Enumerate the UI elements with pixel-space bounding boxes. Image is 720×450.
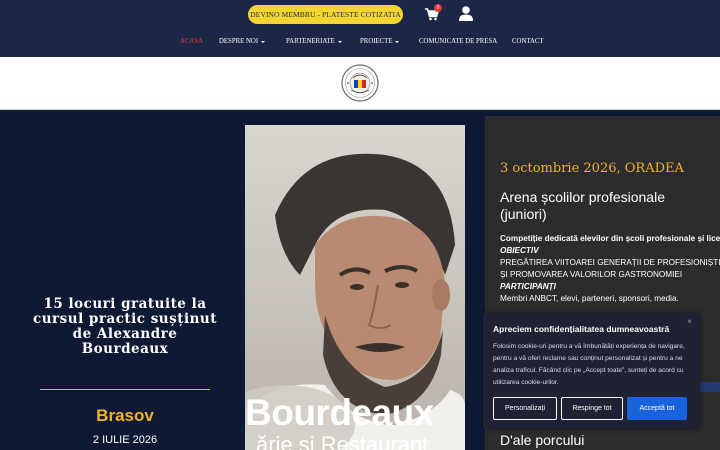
divider (40, 389, 210, 390)
nav-item-label: PARTENERIATE (286, 38, 335, 45)
event-objective-line: ȘI PROMOVAREA VALORILOR GASTRONOMIEI (500, 270, 683, 279)
event-2-title[interactable]: D'ale porcului (500, 432, 584, 448)
event-intro: Competiție dedicată elevilor din școli p… (500, 234, 720, 243)
anbct-logo[interactable] (341, 64, 379, 102)
photo-subcaption: ărie și Restaurant (256, 433, 429, 450)
chevron-down-icon (337, 40, 342, 43)
event-objective-label: OBIECTIV (500, 246, 539, 255)
cookie-title: Apreciem confidențialitatea dumneavoastr… (493, 324, 670, 334)
nav-item-despre-noi[interactable]: DESPRE NOI (219, 38, 266, 45)
event-description: Competiție dedicată elevilor din școli p… (500, 233, 720, 305)
cookie-text: Folosim cookie-uri pentru a vă îmbunătăț… (493, 343, 685, 386)
close-icon[interactable]: × (685, 317, 694, 326)
promo-date: 2 IULIE 2026 (92, 434, 158, 446)
user-icon[interactable] (459, 6, 473, 21)
become-member-button[interactable]: DEVINO MEMBRU - PLATESTE COTIZATIA (248, 5, 403, 24)
nav-item-proiecte[interactable]: PROIECTE (360, 38, 400, 45)
promo-title: 15 locuri gratuite la cursul practic suș… (33, 296, 217, 357)
nav-item-acasa[interactable]: ACASA (180, 38, 203, 45)
nav-item-label: DESPRE NOI (219, 38, 259, 45)
accept-all-button[interactable]: Acceptă tot (627, 397, 687, 420)
reject-all-button[interactable]: Respinge tot (561, 397, 623, 420)
nav-item-label: PROIECTE (360, 38, 393, 45)
chevron-down-icon (395, 40, 400, 43)
event-participants-label: PARTICIPANȚI (500, 282, 556, 291)
nav-item-label: ACASA (180, 38, 204, 45)
chevron-down-icon (261, 40, 266, 43)
event-title[interactable]: Arena școlilor profesionale (juniori) (500, 189, 710, 223)
nav-item-label: COMUNICATE DE PRESA (419, 38, 498, 45)
promo-city: Brasov (96, 406, 154, 425)
customize-button[interactable]: Personalizați (493, 397, 557, 420)
nav-item-parteneriate[interactable]: PARTENERIATE (286, 38, 342, 45)
main-nav: ACASA DESPRE NOI PARTENERIATE PROIECTE C… (0, 38, 720, 48)
cart-count-badge: 0 (434, 4, 442, 12)
nav-item-comunicate[interactable]: COMUNICATE DE PRESA (419, 38, 497, 45)
event-objective-line: PREGĂTIREA VIITOAREI GENERAȚII DE PROFES… (500, 258, 720, 267)
photo-caption: Bourdeaux (245, 392, 434, 433)
nav-item-contact[interactable]: CONTACT (512, 38, 544, 45)
card-accent-bar (700, 382, 720, 392)
event-participants: Membri ANBCT, elevi, parteneri, sponsori… (500, 294, 679, 303)
nav-item-label: CONTACT (512, 38, 544, 45)
event-date: 3 octombrie 2026, ORADEA (500, 161, 684, 176)
